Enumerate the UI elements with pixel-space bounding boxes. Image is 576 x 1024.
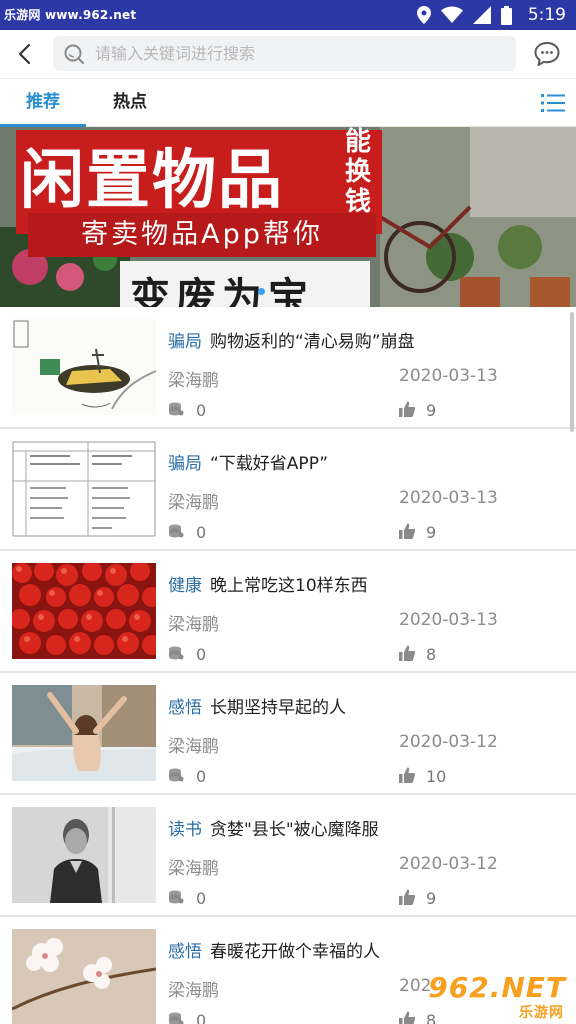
coin-stack-icon	[169, 890, 184, 904]
watermark-sub: 乐游网	[519, 1005, 564, 1021]
like-count: 9	[426, 523, 437, 542]
article-thumbnail	[12, 807, 156, 903]
article-date: 2020-03-13	[399, 488, 498, 508]
like-count: 8	[426, 645, 437, 664]
article-category[interactable]: 骗局	[168, 327, 202, 352]
coin-count: 0	[196, 767, 207, 786]
article-item[interactable]: 读书 贪婪"县长"被心魔降服 梁海鹏 2020-03-12 0 9	[0, 795, 576, 917]
article-title[interactable]: 春暖花开做个幸福的人	[210, 937, 380, 962]
article-item[interactable]: 健康 晚上常吃这10样东西 梁海鹏 2020-03-13 0 8	[0, 551, 576, 673]
article-title[interactable]: “下载好省APP”	[210, 449, 328, 474]
article-date: 2020-03-13	[399, 610, 498, 630]
thumbs-up-icon[interactable]	[399, 401, 415, 417]
signal-icon	[472, 6, 491, 24]
coin-count: 0	[196, 645, 207, 664]
search-input[interactable]	[95, 36, 505, 71]
article-author: 梁海鹏	[168, 737, 219, 757]
category-menu-button[interactable]	[540, 90, 566, 116]
article-author: 梁海鹏	[168, 859, 219, 879]
promo-banner[interactable]: 闲置物品 能换钱 寄卖物品App帮你 变废为宝	[0, 127, 576, 307]
watermark-brand: 962.NET	[428, 971, 566, 1004]
banner-subtitle: 寄卖物品App帮你	[28, 213, 376, 257]
chevron-left-icon	[18, 43, 31, 65]
coin-stack-icon	[169, 1012, 184, 1024]
thumbs-up-icon[interactable]	[399, 889, 415, 905]
article-category[interactable]: 感悟	[168, 693, 202, 718]
message-button[interactable]	[532, 39, 562, 69]
banner-title: 闲置物品	[20, 143, 284, 218]
article-thumbnail	[12, 563, 156, 659]
chat-bubble-icon	[534, 42, 560, 66]
like-count: 9	[426, 889, 437, 908]
thumbs-up-icon[interactable]	[399, 767, 415, 783]
top-bar	[0, 30, 576, 78]
article-title[interactable]: 贪婪"县长"被心魔降服	[210, 815, 379, 840]
coin-stack-icon	[169, 768, 184, 782]
location-icon	[416, 6, 431, 24]
article-author: 梁海鹏	[168, 371, 219, 391]
tab-recommend[interactable]: 推荐	[0, 79, 86, 127]
category-tabs: 推荐 热点	[0, 78, 576, 127]
article-thumbnail	[12, 685, 156, 781]
back-button[interactable]	[8, 38, 40, 70]
article-category[interactable]: 读书	[168, 815, 202, 840]
coin-stack-icon	[169, 524, 184, 538]
article-author: 梁海鹏	[168, 493, 219, 513]
coin-count: 0	[196, 523, 207, 542]
tab-hot[interactable]: 热点	[92, 79, 168, 127]
like-count: 10	[426, 767, 447, 786]
thumbs-up-icon[interactable]	[399, 523, 415, 539]
wifi-icon	[440, 6, 463, 23]
article-item[interactable]: 骗局 “下载好省APP” 梁海鹏 2020-03-13 0 9	[0, 429, 576, 551]
coin-stack-icon	[169, 402, 184, 416]
banner-side-text: 能换钱	[344, 127, 371, 217]
article-category[interactable]: 感悟	[168, 937, 202, 962]
article-title[interactable]: 购物返利的“清心易购”崩盘	[210, 327, 415, 352]
thumbs-up-icon[interactable]	[399, 1011, 415, 1024]
article-author: 梁海鹏	[168, 981, 219, 1001]
battery-icon	[500, 5, 512, 25]
site-watermark: 962.NET 乐游网	[428, 971, 576, 1024]
article-date: 2020-03-12	[399, 732, 498, 752]
article-date: 2020-03-13	[399, 366, 498, 386]
status-time: 5:19	[527, 5, 566, 25]
coin-count: 0	[196, 1011, 207, 1024]
scrollbar[interactable]	[570, 312, 574, 432]
banner-bottom-text: 变废为宝	[130, 274, 314, 307]
like-count: 9	[426, 401, 437, 420]
article-title[interactable]: 晚上常吃这10样东西	[210, 571, 368, 596]
article-thumbnail	[12, 319, 156, 415]
thumbs-up-icon[interactable]	[399, 645, 415, 661]
status-icons: 5:19	[416, 0, 566, 30]
status-left-text: 乐游网 www.962.net	[4, 8, 137, 22]
coin-count: 0	[196, 401, 207, 420]
status-bar: 乐游网 www.962.net 5:19	[0, 0, 576, 30]
article-category[interactable]: 健康	[168, 571, 202, 596]
carousel-indicator[interactable]	[258, 288, 265, 295]
article-thumbnail	[12, 929, 156, 1024]
article-author: 梁海鹏	[168, 615, 219, 635]
search-icon	[64, 44, 84, 64]
search-box[interactable]	[53, 36, 516, 71]
coin-stack-icon	[169, 646, 184, 660]
article-thumbnail	[12, 441, 156, 537]
article-feed: 骗局 购物返利的“清心易购”崩盘 梁海鹏 2020-03-13 0 9 骗局 “…	[0, 307, 576, 1024]
article-date: 2020-03-12	[399, 854, 498, 874]
article-item[interactable]: 骗局 购物返利的“清心易购”崩盘 梁海鹏 2020-03-13 0 9	[0, 307, 576, 429]
article-category[interactable]: 骗局	[168, 449, 202, 474]
coin-count: 0	[196, 889, 207, 908]
article-item[interactable]: 感悟 长期坚持早起的人 梁海鹏 2020-03-12 0 10	[0, 673, 576, 795]
like-count: 8	[426, 1011, 437, 1024]
article-title[interactable]: 长期坚持早起的人	[210, 693, 346, 718]
list-icon	[541, 94, 565, 112]
